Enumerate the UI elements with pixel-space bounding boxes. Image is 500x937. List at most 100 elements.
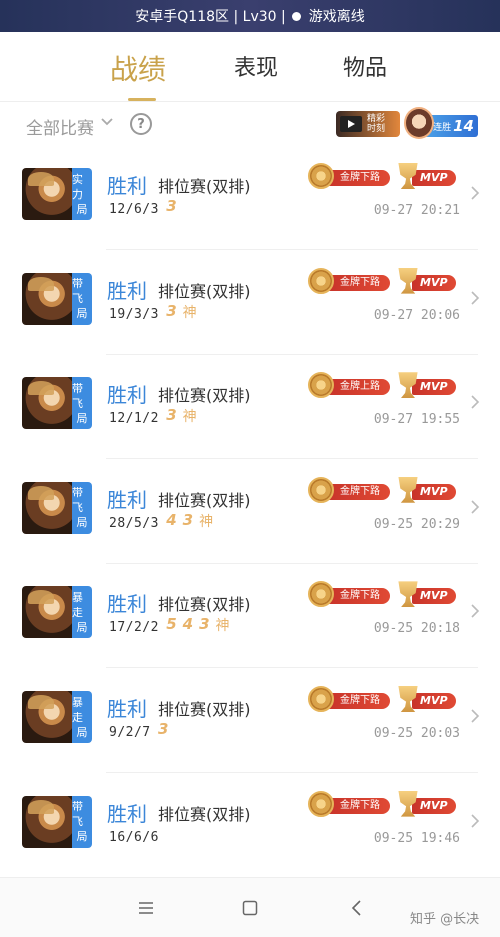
mvp-label: MVP (412, 274, 456, 291)
hero-avatar (22, 272, 76, 325)
medal-icon (308, 372, 334, 399)
godlike-badge: 神 (182, 409, 197, 426)
hero-avatar (22, 586, 76, 639)
gold-lane-label: 金牌下路 (326, 483, 390, 500)
match-kda: 19/3/3 (109, 306, 159, 322)
menu-icon[interactable] (138, 900, 154, 916)
highlight-moments-button[interactable]: 精彩 时刻 (336, 111, 400, 137)
multikill-badge: 5 (166, 615, 177, 634)
highlight-label-1: 精彩 (367, 114, 386, 124)
gold-lane-label: 金牌上路 (326, 379, 390, 396)
gold-lane-badge: 金牌上路 (308, 372, 390, 399)
match-result: 胜利 (107, 697, 147, 721)
streak-count: 14 (453, 117, 474, 135)
gold-lane-badge: 金牌下路 (308, 686, 390, 712)
filter-row: 全部比赛 ? 精彩 时刻 连胜 14 (0, 102, 500, 146)
match-tier-tag: 暴走 局 (72, 586, 92, 639)
medal-icon (308, 267, 334, 294)
match-result: 胜利 (107, 278, 147, 303)
chevron-down-icon[interactable] (100, 115, 114, 129)
multikill-badge: 3 (182, 510, 194, 529)
match-tier-tag: 带飞 局 (72, 481, 92, 534)
mvp-label: MVP (412, 379, 456, 396)
back-icon[interactable] (350, 900, 362, 916)
match-tier-tag-line1: 带飞 (72, 277, 83, 306)
match-tier-tag: 实力 局 (72, 168, 92, 220)
medal-icon (308, 790, 334, 817)
godlike-badge: 神 (182, 304, 197, 321)
match-mode: 排位赛(双排) (158, 177, 251, 196)
match-tier-tag-line1: 实力 (72, 172, 83, 201)
hero-avatar (22, 691, 76, 743)
multikill-badge: 4 (166, 510, 177, 529)
status-online-state: 游戏离线 (308, 9, 365, 25)
match-result: 胜利 (107, 487, 147, 512)
godlike-badge: 神 (215, 618, 230, 635)
match-row[interactable]: 带飞 局 胜利 排位赛(双排) 19/3/3 3神 金牌下路 MVP 09-27… (0, 251, 500, 355)
match-tier-tag-line2: 局 (76, 307, 88, 321)
chevron-right-icon[interactable] (470, 814, 480, 828)
match-mode: 排位赛(双排) (158, 595, 251, 615)
match-result: 胜利 (107, 383, 147, 408)
match-time: 09-25 20:18 (373, 621, 460, 637)
match-kda: 12/1/2 (109, 411, 159, 427)
gold-lane-badge: 金牌下路 (308, 476, 390, 503)
offline-dot-icon (291, 11, 301, 21)
match-kda: 16/6/6 (109, 829, 159, 845)
tab-items[interactable]: 物品 (343, 50, 387, 82)
win-streak-badge[interactable]: 连胜 14 (404, 107, 478, 139)
match-time: 09-25 20:03 (373, 726, 460, 741)
chevron-right-icon[interactable] (470, 395, 480, 409)
match-row[interactable]: 带飞 局 胜利 排位赛(双排) 28/5/3 43神 金牌下路 MVP 09-2… (0, 460, 500, 564)
match-mode: 排位赛(双排) (158, 281, 251, 301)
match-tier-tag: 带飞 局 (72, 272, 92, 325)
match-row[interactable]: 带飞 局 胜利 排位赛(双排) 12/1/2 3神 金牌上路 MVP 09-27… (0, 355, 500, 460)
chevron-right-icon[interactable] (470, 709, 480, 723)
multikill-badges: 543神 (166, 615, 229, 635)
mvp-label: MVP (412, 693, 456, 709)
medal-icon (308, 686, 334, 712)
hero-avatar (22, 168, 76, 220)
match-row[interactable]: 带飞 局 胜利 排位赛(双排) 16/6/6 金牌下路 MVP 09-25 19… (0, 774, 500, 878)
chevron-right-icon[interactable] (470, 186, 480, 200)
match-time: 09-27 20:06 (373, 307, 460, 323)
match-tier-tag-line2: 局 (76, 202, 88, 216)
match-tier-tag-line1: 带飞 (72, 381, 83, 410)
match-tier-tag-line2: 局 (76, 411, 88, 425)
mvp-label: MVP (412, 797, 456, 814)
hero-avatar (22, 481, 76, 534)
system-nav-bar: 知乎 @长决 (0, 877, 500, 937)
match-tier-tag-line2: 局 (76, 830, 88, 844)
match-result: 胜利 (107, 801, 147, 826)
mvp-badge: MVP (396, 372, 456, 399)
match-kda: 12/6/3 (109, 202, 159, 217)
multikill-badge: 3 (158, 720, 169, 738)
gold-lane-badge: 金牌下路 (308, 163, 390, 189)
streak-label: 连胜 (433, 122, 452, 133)
match-kda: 9/2/7 (109, 725, 151, 740)
mvp-label: MVP (412, 588, 456, 605)
tab-record[interactable]: 战绩 (110, 48, 166, 88)
match-mode: 排位赛(双排) (158, 700, 251, 719)
chevron-right-icon[interactable] (470, 604, 480, 618)
home-icon[interactable] (242, 900, 258, 916)
gold-lane-badge: 金牌下路 (308, 790, 390, 817)
match-tier-tag-line1: 暴走 (72, 695, 83, 724)
match-row[interactable]: 暴走 局 胜利 排位赛(双排) 9/2/7 3 金牌下路 MVP 09-25 2… (0, 669, 500, 773)
match-kda: 28/5/3 (109, 515, 159, 531)
mvp-label: MVP (412, 170, 456, 186)
gold-lane-label: 金牌下路 (326, 274, 390, 291)
mvp-badge: MVP (396, 476, 456, 503)
chevron-right-icon[interactable] (470, 291, 480, 305)
question-circle-icon[interactable]: ? (130, 113, 152, 135)
multikill-badge: 3 (166, 406, 177, 425)
match-filter-dropdown[interactable]: 全部比赛 (26, 114, 94, 139)
tab-performance[interactable]: 表现 (234, 50, 278, 82)
gold-lane-label: 金牌下路 (326, 693, 390, 709)
mvp-badge: MVP (396, 686, 456, 712)
multikill-badge: 3 (166, 197, 177, 215)
chevron-right-icon[interactable] (470, 500, 480, 514)
watermark: 知乎 @长决 (410, 912, 480, 927)
match-row[interactable]: 暴走 局 胜利 排位赛(双排) 17/2/2 543神 金牌下路 MVP 09-… (0, 564, 500, 669)
match-row[interactable]: 实力 局 胜利 排位赛(双排) 12/6/3 3 金牌下路 MVP 09-27 … (0, 146, 500, 250)
